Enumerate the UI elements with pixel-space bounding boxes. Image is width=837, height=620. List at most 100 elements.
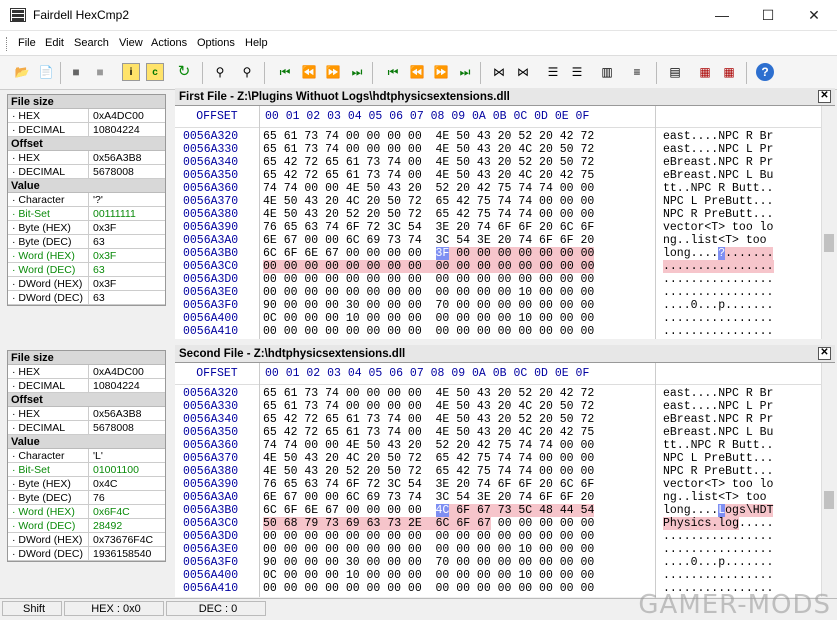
row-ascii[interactable]: tt..NPC R Butt..	[663, 182, 773, 195]
row-ascii[interactable]: ng..list<T> too	[663, 234, 773, 247]
first-scrollbar[interactable]	[821, 106, 835, 339]
second-scroll-thumb[interactable]	[824, 491, 834, 509]
row-bytes[interactable]: 00 00 00 00 00 00 00 00 00 00 00 00 00 0…	[263, 530, 594, 543]
row-ascii[interactable]: east....NPC L Pr	[663, 400, 773, 413]
row-bytes[interactable]: 4E 50 43 20 52 20 50 72 65 42 75 74 74 0…	[263, 208, 594, 221]
menu-actions[interactable]: Actions	[151, 37, 187, 49]
row-ascii[interactable]: ....0...p.......	[663, 556, 773, 569]
doc-icon[interactable]: ▤	[666, 63, 684, 81]
row-ascii[interactable]: vector<T> too lo	[663, 478, 773, 491]
compare-icon[interactable]: c	[146, 63, 164, 81]
open-folder-icon[interactable]: 📂	[13, 63, 31, 81]
align-icon[interactable]: ☰	[544, 63, 562, 81]
row-bytes[interactable]: 74 74 00 00 4E 50 43 20 52 20 42 75 74 7…	[263, 439, 594, 452]
refresh-icon[interactable]: ↻	[175, 63, 193, 81]
row-bytes[interactable]: 00 00 00 00 00 00 00 00 00 00 00 00 10 0…	[263, 286, 594, 299]
row-ascii[interactable]: NPC R PreButt...	[663, 208, 773, 221]
minimize-button[interactable]: —	[699, 0, 745, 31]
stop-icon[interactable]: ■	[67, 63, 85, 81]
row-ascii[interactable]: ................	[663, 569, 773, 582]
row-ascii[interactable]: ................	[663, 273, 773, 286]
row-bytes[interactable]: 65 61 73 74 00 00 00 00 4E 50 43 20 4C 2…	[263, 400, 594, 413]
row-bytes[interactable]: 6E 67 00 00 6C 69 73 74 3C 54 3E 20 74 6…	[263, 491, 594, 504]
menu-file[interactable]: File	[18, 37, 36, 49]
prev-icon[interactable]: ⏪	[408, 63, 426, 81]
first-scroll-thumb[interactable]	[824, 234, 834, 252]
row-ascii[interactable]: east....NPC L Pr	[663, 143, 773, 156]
list-icon[interactable]: ≡	[628, 63, 646, 81]
first-diff-icon[interactable]: ⏮	[276, 63, 294, 81]
row-bytes[interactable]: 0C 00 00 00 10 00 00 00 00 00 00 00 10 0…	[263, 569, 594, 582]
row-ascii[interactable]: NPC L PreButt...	[663, 452, 773, 465]
row-ascii[interactable]: ................	[663, 260, 774, 273]
row-bytes[interactable]: 65 42 72 65 61 73 74 00 4E 50 43 20 4C 2…	[263, 426, 594, 439]
menu-help[interactable]: Help	[245, 37, 268, 49]
row-bytes[interactable]: 4E 50 43 20 52 20 50 72 65 42 75 74 74 0…	[263, 465, 594, 478]
row-ascii[interactable]: eBreast.NPC R Pr	[663, 156, 773, 169]
row-ascii[interactable]: NPC R PreButt...	[663, 465, 773, 478]
last-diff-icon[interactable]: ⏭	[348, 63, 366, 81]
row-bytes[interactable]: 4E 50 43 20 4C 20 50 72 65 42 75 74 74 0…	[263, 195, 594, 208]
row-bytes[interactable]: 76 65 63 74 6F 72 3C 54 3E 20 74 6F 6F 2…	[263, 478, 594, 491]
menu-view[interactable]: View	[119, 37, 143, 49]
row-bytes[interactable]: 00 00 00 00 00 00 00 00 00 00 00 00 00 0…	[263, 273, 594, 286]
row-ascii[interactable]: ................	[663, 530, 773, 543]
row-ascii[interactable]: east....NPC R Br	[663, 387, 773, 400]
row-bytes[interactable]: 6C 6F 6E 67 00 00 00 00 3F 00 00 00 00 0…	[263, 247, 595, 260]
row-ascii[interactable]: ................	[663, 325, 773, 338]
first-pane-close-icon[interactable]: ✕	[818, 90, 831, 103]
row-bytes[interactable]: 0C 00 00 00 10 00 00 00 00 00 00 00 10 0…	[263, 312, 594, 325]
last-icon[interactable]: ⏭	[456, 63, 474, 81]
row-bytes[interactable]: 76 65 63 74 6F 72 3C 54 3E 20 74 6F 6F 2…	[263, 221, 594, 234]
row-bytes[interactable]: 65 61 73 74 00 00 00 00 4E 50 43 20 4C 2…	[263, 143, 594, 156]
sync-icon[interactable]: ⋈	[490, 63, 508, 81]
second-scrollbar[interactable]	[821, 363, 835, 597]
row-bytes[interactable]: 00 00 00 00 00 00 00 00 00 00 00 00 00 0…	[263, 260, 595, 273]
report2-icon[interactable]: ▦	[720, 63, 738, 81]
row-ascii[interactable]: tt..NPC R Butt..	[663, 439, 773, 452]
info-icon[interactable]: i	[122, 63, 140, 81]
row-ascii[interactable]: eBreast.NPC L Bu	[663, 169, 773, 182]
menu-search[interactable]: Search	[74, 37, 109, 49]
prev-diff-icon[interactable]: ⏪	[300, 63, 318, 81]
row-ascii[interactable]: ....0...p.......	[663, 299, 773, 312]
menu-options[interactable]: Options	[197, 37, 235, 49]
maximize-button[interactable]: ☐	[745, 0, 791, 31]
row-ascii[interactable]: long....Logs\HDT	[663, 504, 774, 517]
row-bytes[interactable]: 4E 50 43 20 4C 20 50 72 65 42 75 74 74 0…	[263, 452, 594, 465]
row-bytes[interactable]: 65 42 72 65 61 73 74 00 4E 50 43 20 52 2…	[263, 156, 594, 169]
second-pane-close-icon[interactable]: ✕	[818, 347, 831, 360]
binoculars-icon[interactable]: ⚲	[211, 63, 229, 81]
align2-icon[interactable]: ☰	[568, 63, 586, 81]
second-hex-view[interactable]: OFFSET 00 01 02 03 04 05 06 07 08 09 0A …	[175, 363, 835, 597]
binoculars-next-icon[interactable]: ⚲	[238, 63, 256, 81]
row-ascii[interactable]: ng..list<T> too	[663, 491, 773, 504]
row-ascii[interactable]: Physics.log.....	[663, 517, 773, 530]
help-icon[interactable]: ?	[756, 63, 774, 81]
row-bytes[interactable]: 65 42 72 65 61 73 74 00 4E 50 43 20 52 2…	[263, 413, 594, 426]
first-icon[interactable]: ⏮	[384, 63, 402, 81]
row-bytes[interactable]: 65 61 73 74 00 00 00 00 4E 50 43 20 52 2…	[263, 387, 594, 400]
row-ascii[interactable]: vector<T> too lo	[663, 221, 773, 234]
open-file-icon[interactable]: 📄	[37, 63, 55, 81]
close-button[interactable]: ✕	[791, 0, 837, 31]
row-bytes[interactable]: 00 00 00 00 00 00 00 00 00 00 00 00 00 0…	[263, 582, 594, 595]
row-bytes[interactable]: 6C 6F 6E 67 00 00 00 00 4C 6F 67 73 5C 4…	[263, 504, 595, 517]
row-ascii[interactable]: ................	[663, 312, 773, 325]
menu-edit[interactable]: Edit	[45, 37, 64, 49]
row-bytes[interactable]: 90 00 00 00 30 00 00 00 70 00 00 00 00 0…	[263, 299, 594, 312]
next-diff-icon[interactable]: ⏩	[324, 63, 342, 81]
unsync-icon[interactable]: ⋈	[514, 63, 532, 81]
row-ascii[interactable]: eBreast.NPC L Bu	[663, 426, 773, 439]
row-ascii[interactable]: eBreast.NPC R Pr	[663, 413, 773, 426]
row-ascii[interactable]: ................	[663, 543, 773, 556]
first-hex-view[interactable]: OFFSET 00 01 02 03 04 05 06 07 08 09 0A …	[175, 106, 835, 339]
row-bytes[interactable]: 00 00 00 00 00 00 00 00 00 00 00 00 10 0…	[263, 543, 594, 556]
row-bytes[interactable]: 74 74 00 00 4E 50 43 20 52 20 42 75 74 7…	[263, 182, 594, 195]
row-bytes[interactable]: 65 61 73 74 00 00 00 00 4E 50 43 20 52 2…	[263, 130, 594, 143]
row-bytes[interactable]: 50 68 79 73 69 63 73 2E 6C 6F 67 00 00 0…	[263, 517, 594, 530]
row-ascii[interactable]: east....NPC R Br	[663, 130, 773, 143]
row-bytes[interactable]: 90 00 00 00 30 00 00 00 70 00 00 00 00 0…	[263, 556, 594, 569]
row-bytes[interactable]: 65 42 72 65 61 73 74 00 4E 50 43 20 4C 2…	[263, 169, 594, 182]
columns-icon[interactable]: ▥	[598, 63, 616, 81]
